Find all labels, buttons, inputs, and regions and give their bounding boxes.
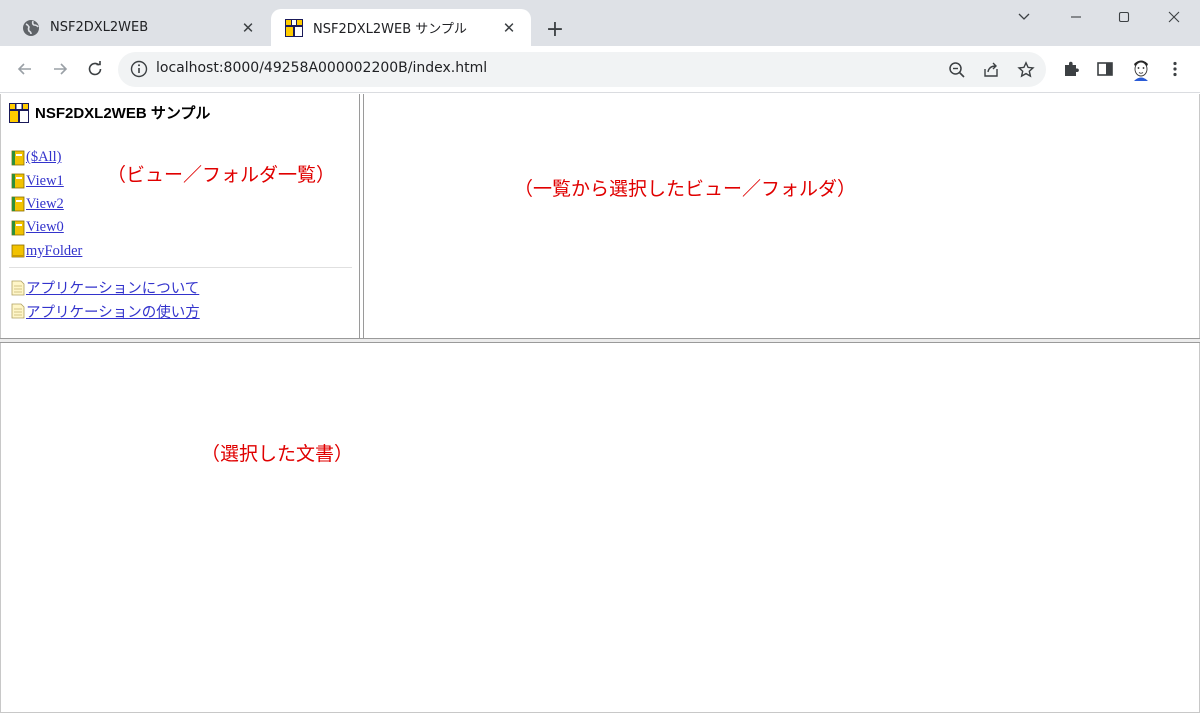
- minimize-icon: [1071, 16, 1081, 18]
- list-item: View0: [11, 216, 82, 239]
- annotation-selected-document: （選択した文書）: [201, 443, 354, 465]
- close-icon[interactable]: ✕: [499, 18, 519, 38]
- new-tab-button[interactable]: +: [541, 15, 569, 43]
- chevron-down-icon: [1018, 13, 1030, 20]
- info-icon[interactable]: [130, 60, 148, 78]
- share-button[interactable]: [981, 60, 1001, 80]
- browser-menu-button[interactable]: [1164, 58, 1186, 80]
- tab-nsf2dxl2web[interactable]: NSF2DXL2WEB ✕: [8, 9, 270, 46]
- view-folder-list: ($All) View1 View2 View0 myFolder: [11, 146, 82, 263]
- view-link-all[interactable]: ($All): [26, 149, 61, 166]
- view-frame: （一覧から選択したビュー／フォルダ）: [364, 94, 1200, 338]
- arrow-right-icon: [54, 63, 68, 75]
- address-bar[interactable]: localhost:8000/49258A000002200B/index.ht…: [118, 52, 1046, 87]
- zoom-out-icon: [949, 62, 965, 78]
- window-close-button[interactable]: [1149, 0, 1199, 34]
- list-item: アプリケーションの使い方: [11, 299, 200, 322]
- close-icon[interactable]: ✕: [238, 18, 258, 38]
- arrow-left-icon: [17, 63, 31, 75]
- navigation-frame: NSF2DXL2WEB サンプル ($All) View1 View2 View…: [0, 94, 359, 338]
- extensions-button[interactable]: [1060, 58, 1082, 80]
- view-icon: [11, 150, 25, 166]
- forward-button[interactable]: [47, 56, 73, 82]
- annotation-view-list: （ビュー／フォルダ一覧）: [107, 164, 336, 186]
- view-link-view2[interactable]: View2: [26, 196, 64, 213]
- more-vertical-icon: [1173, 61, 1177, 77]
- page-title: NSF2DXL2WEB サンプル: [35, 105, 211, 122]
- list-item: アプリケーションについて: [11, 276, 200, 299]
- folder-link-myfolder[interactable]: myFolder: [26, 243, 82, 260]
- view-icon: [11, 197, 25, 212]
- tab-nsf2dxl2web-sample[interactable]: NSF2DXL2WEB サンプル ✕: [271, 9, 531, 46]
- back-button[interactable]: [12, 56, 38, 82]
- side-panel-icon: [1097, 62, 1113, 76]
- nsf-logo-icon: [285, 18, 303, 37]
- globe-icon: [23, 19, 39, 36]
- reload-icon: [88, 61, 102, 76]
- minimize-button[interactable]: [1051, 0, 1101, 34]
- tab-search-button[interactable]: [999, 0, 1049, 34]
- bookmark-button[interactable]: [1016, 60, 1036, 80]
- document-icon: [11, 303, 25, 319]
- avatar-icon: [1128, 56, 1154, 82]
- view-icon: [11, 220, 25, 236]
- view-icon: [11, 173, 25, 189]
- zoom-button[interactable]: [947, 60, 967, 80]
- tab-title: NSF2DXL2WEB サンプル: [313, 22, 467, 37]
- tab-strip: NSF2DXL2WEB ✕ NSF2DXL2WEB サンプル ✕ +: [0, 0, 1200, 46]
- tab-title: NSF2DXL2WEB: [50, 20, 149, 35]
- reload-button[interactable]: [82, 56, 108, 82]
- nav-header: NSF2DXL2WEB サンプル: [9, 102, 210, 123]
- share-icon: [984, 62, 998, 77]
- maximize-icon: [1118, 11, 1130, 23]
- star-icon: [1017, 61, 1035, 78]
- profile-avatar[interactable]: [1128, 56, 1154, 82]
- annotation-selected-view: （一覧から選択したビュー／フォルダ）: [514, 178, 857, 200]
- view-link-view0[interactable]: View0: [26, 219, 64, 236]
- list-item: View2: [11, 193, 82, 216]
- list-item: View1: [11, 169, 82, 192]
- list-item: myFolder: [11, 240, 82, 263]
- document-frame: （選択した文書）: [0, 343, 1200, 713]
- doc-link-about[interactable]: アプリケーションについて: [26, 277, 199, 298]
- view-link-view1[interactable]: View1: [26, 173, 64, 190]
- folder-icon: [11, 244, 25, 258]
- doc-link-usage[interactable]: アプリケーションの使い方: [26, 301, 200, 322]
- close-icon: [1168, 11, 1180, 23]
- url-text[interactable]: localhost:8000/49258A000002200B/index.ht…: [156, 60, 487, 76]
- document-icon: [11, 280, 25, 296]
- document-link-list: アプリケーションについて アプリケーションの使い方: [11, 276, 200, 323]
- browser-toolbar: localhost:8000/49258A000002200B/index.ht…: [0, 46, 1200, 93]
- nsf-logo-icon: [9, 102, 29, 123]
- side-panel-button[interactable]: [1094, 58, 1116, 80]
- divider: [9, 267, 352, 268]
- maximize-button[interactable]: [1099, 0, 1149, 34]
- list-item: ($All): [11, 146, 82, 169]
- puzzle-icon: [1065, 61, 1079, 76]
